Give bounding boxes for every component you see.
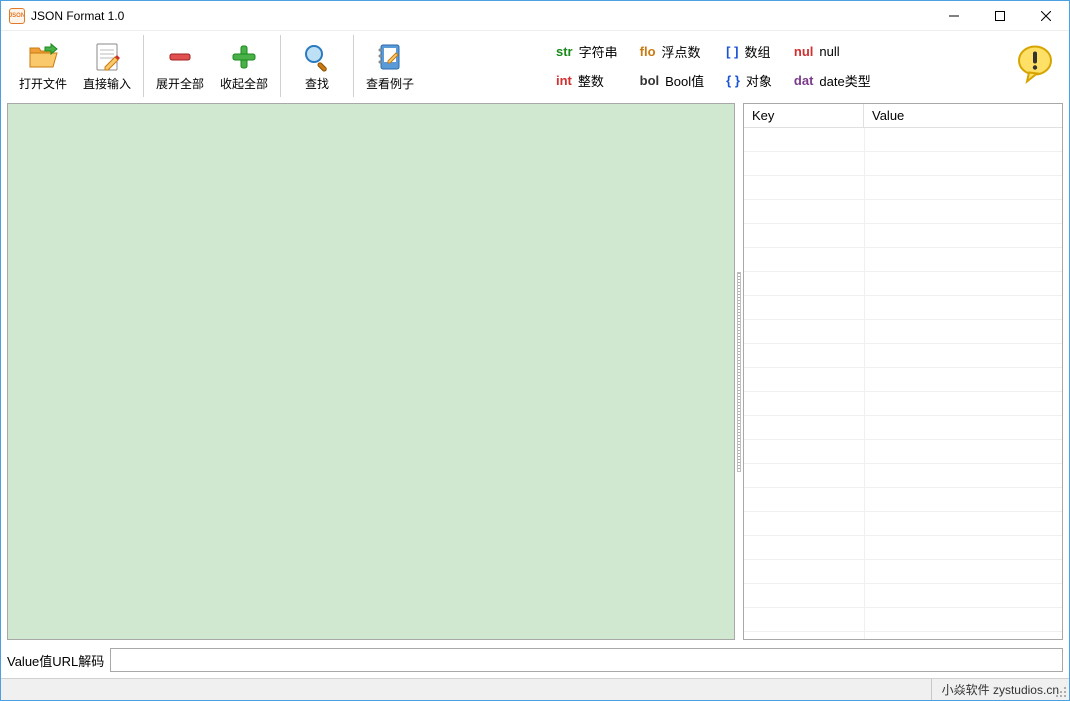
app-window: JSON JSON Format 1.0	[0, 0, 1070, 701]
toolbar: 打开文件 直接输入	[1, 31, 1069, 99]
legend-int-label: 整数	[578, 71, 604, 90]
legend-arr: [ ] 数组	[726, 42, 772, 61]
statusbar: 小焱软件 zystudios.cn	[1, 678, 1069, 700]
folder-open-icon	[27, 41, 59, 73]
plus-icon	[228, 41, 260, 73]
legend-obj-label: 对象	[746, 71, 772, 90]
find-button[interactable]: 查找	[285, 35, 349, 97]
legend-dat-label: date类型	[819, 71, 870, 90]
titlebar: JSON JSON Format 1.0	[1, 1, 1069, 31]
legend-bol-tag: bol	[640, 73, 660, 88]
url-decode-bar: Value值URL解码	[1, 644, 1069, 678]
close-button[interactable]	[1023, 1, 1069, 30]
legend-nul-label: null	[819, 44, 839, 59]
kv-column-value[interactable]: Value	[864, 104, 1062, 127]
status-credit: 小焱软件 zystudios.cn	[931, 679, 1069, 700]
minus-icon	[164, 41, 196, 73]
key-value-panel: Key Value	[743, 103, 1063, 640]
notebook-icon	[374, 41, 406, 73]
type-legend: str 字符串 flo 浮点数 [ ] 数组 nul null int 整数 b…	[426, 35, 1063, 97]
tool-group-find: 查找	[281, 35, 354, 97]
minimize-button[interactable]	[931, 1, 977, 30]
view-example-label: 查看例子	[366, 75, 414, 92]
maximize-button[interactable]	[977, 1, 1023, 30]
legend-arr-tag: [ ]	[726, 44, 738, 59]
kv-grid[interactable]	[744, 128, 1062, 639]
legend-obj-tag: { }	[726, 73, 740, 88]
open-file-label: 打开文件	[19, 75, 67, 92]
alert-icon	[1015, 44, 1055, 84]
find-label: 查找	[305, 75, 329, 92]
tool-group-tree: 展开全部 收起全部	[144, 35, 281, 97]
legend-str-tag: str	[556, 44, 573, 59]
legend-str: str 字符串	[556, 42, 618, 61]
legend-dat-tag: dat	[794, 73, 814, 88]
legend-dat: dat date类型	[794, 71, 871, 90]
legend-nul-tag: nul	[794, 44, 814, 59]
kv-column-key[interactable]: Key	[744, 104, 864, 127]
legend-int: int 整数	[556, 71, 618, 90]
legend-flo-tag: flo	[640, 44, 656, 59]
legend-int-tag: int	[556, 73, 572, 88]
app-icon: JSON	[9, 8, 25, 24]
window-title: JSON Format 1.0	[31, 9, 124, 23]
legend-nul: nul null	[794, 42, 871, 61]
tool-group-example: 查看例子	[354, 35, 426, 97]
expand-all-label: 展开全部	[156, 75, 204, 92]
window-controls	[931, 1, 1069, 30]
kv-header: Key Value	[744, 104, 1062, 128]
legend-str-label: 字符串	[579, 42, 618, 61]
main-content: Key Value	[1, 99, 1069, 644]
view-example-button[interactable]: 查看例子	[358, 35, 422, 97]
url-decode-label: Value值URL解码	[7, 651, 104, 670]
json-tree-panel[interactable]	[7, 103, 735, 640]
close-icon	[1041, 11, 1051, 21]
direct-input-button[interactable]: 直接输入	[75, 35, 139, 97]
legend-obj: { } 对象	[726, 71, 772, 90]
minimize-icon	[949, 11, 959, 21]
legend-flo-label: 浮点数	[662, 42, 701, 61]
splitter[interactable]	[735, 103, 743, 640]
url-decode-input[interactable]	[110, 648, 1063, 672]
direct-input-label: 直接输入	[83, 75, 131, 92]
legend-flo: flo 浮点数	[640, 42, 705, 61]
resize-grip-icon[interactable]	[1053, 684, 1069, 700]
legend-bol-label: Bool值	[665, 71, 704, 90]
alert-button[interactable]	[1015, 44, 1055, 87]
search-icon	[301, 41, 333, 73]
edit-document-icon	[91, 41, 123, 73]
expand-all-button[interactable]: 展开全部	[148, 35, 212, 97]
open-file-button[interactable]: 打开文件	[11, 35, 75, 97]
legend-arr-label: 数组	[744, 42, 770, 61]
legend-bol: bol Bool值	[640, 71, 705, 90]
splitter-handle-icon	[737, 272, 741, 472]
maximize-icon	[995, 11, 1005, 21]
collapse-all-button[interactable]: 收起全部	[212, 35, 276, 97]
collapse-all-label: 收起全部	[220, 75, 268, 92]
tool-group-file: 打开文件 直接输入	[7, 35, 144, 97]
